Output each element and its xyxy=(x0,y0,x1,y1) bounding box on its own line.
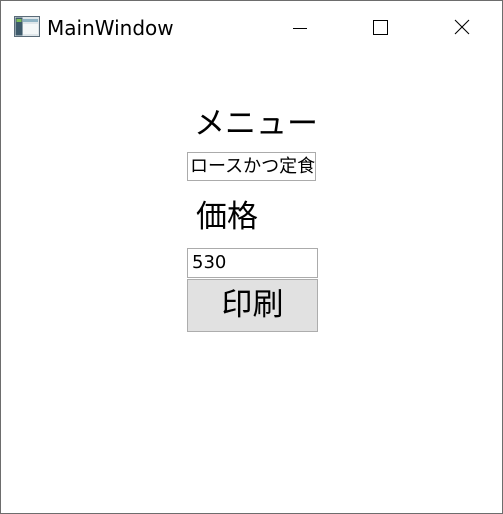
window-app-icon xyxy=(14,16,40,37)
minimize-button[interactable] xyxy=(276,1,322,53)
close-icon xyxy=(454,19,470,35)
price-field[interactable]: 530 xyxy=(187,248,318,278)
minimize-icon xyxy=(293,28,307,29)
menu-label: メニュー xyxy=(194,106,318,142)
main-window: MainWindow メニュー ロースかつ定食 価格 530 印刷 xyxy=(0,0,503,514)
title-bar[interactable]: MainWindow xyxy=(1,1,502,54)
window-title: MainWindow xyxy=(47,16,174,40)
print-button[interactable]: 印刷 xyxy=(187,279,318,332)
price-label: 価格 xyxy=(196,199,258,235)
menu-field[interactable]: ロースかつ定食 xyxy=(187,152,316,181)
maximize-icon xyxy=(373,20,388,35)
maximize-button[interactable] xyxy=(357,1,403,53)
close-button[interactable] xyxy=(438,1,484,53)
